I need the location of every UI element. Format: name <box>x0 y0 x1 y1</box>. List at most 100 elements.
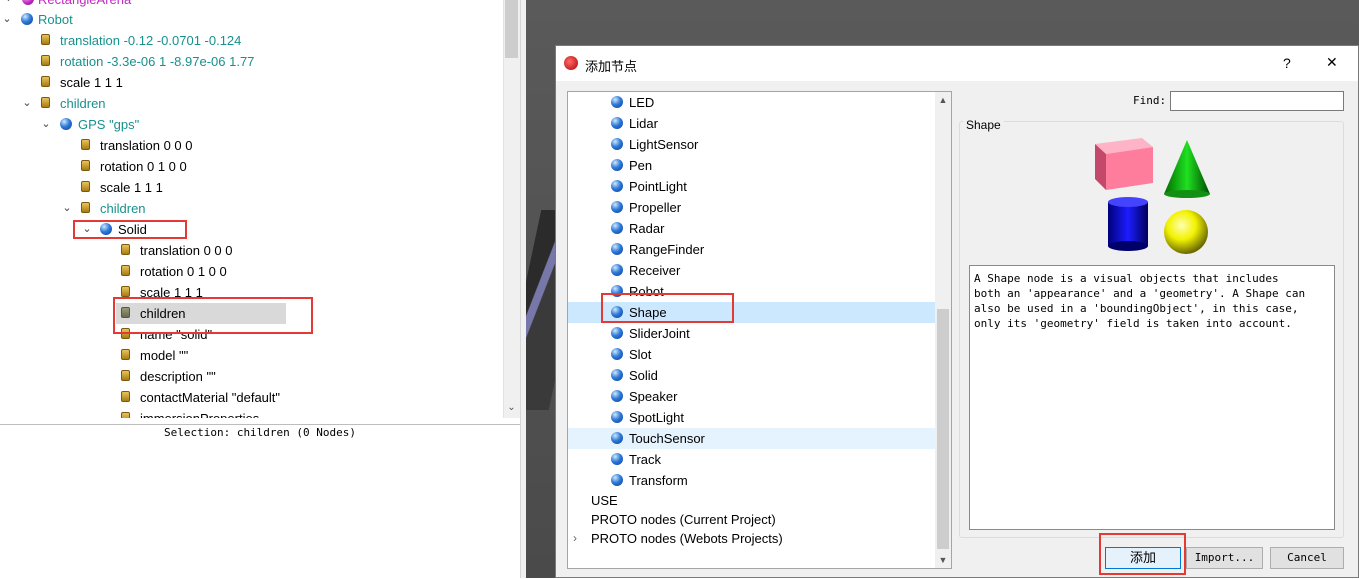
annotation-box-solid <box>73 220 187 239</box>
group-use[interactable]: USE <box>591 491 618 510</box>
import-button[interactable]: Import... <box>1186 547 1263 569</box>
tree-field-label: immersionProperties <box>140 408 259 418</box>
node-list-item-solid[interactable]: Solid <box>568 365 935 386</box>
tree-field-label: scale 1 1 1 <box>100 180 163 195</box>
tree-field-translation[interactable]: translation 0 0 0 <box>0 240 500 261</box>
group-proto-webots-projects[interactable]: PROTO nodes (Webots Projects) <box>591 529 783 548</box>
tree-field-translation[interactable]: translation 0 0 0 <box>0 135 500 156</box>
tree-field-label: contactMaterial "default" <box>140 390 281 405</box>
tree-field-model[interactable]: model "" <box>0 345 500 366</box>
node-list-item-lightsensor[interactable]: LightSensor <box>568 134 935 155</box>
node-list-label: LightSensor <box>629 137 699 152</box>
tree-field-label: children <box>100 201 146 216</box>
field-icon <box>121 286 130 297</box>
field-icon <box>41 76 50 87</box>
node-list-item-led[interactable]: LED <box>568 92 935 113</box>
chevron-right-icon[interactable]: › <box>573 531 577 545</box>
tree-scrollbar[interactable] <box>503 0 520 418</box>
node-icon <box>611 411 623 423</box>
tree-field-scale[interactable]: scale 1 1 1 <box>0 72 500 93</box>
scroll-down-icon[interactable]: ⌄ <box>503 402 520 413</box>
node-list-label: Transform <box>629 473 688 488</box>
node-list-item-speaker[interactable]: Speaker <box>568 386 935 407</box>
tree-field-description[interactable]: description "" <box>0 366 500 387</box>
node-list-item-radar[interactable]: Radar <box>568 218 935 239</box>
tree-node-gps[interactable]: ⌄ GPS "gps" <box>0 114 500 135</box>
node-list-item-spotlight[interactable]: SpotLight <box>568 407 935 428</box>
tree-node-label: GPS "gps" <box>78 117 140 132</box>
node-list-label: Track <box>629 452 662 467</box>
field-icon <box>81 181 90 192</box>
node-icon <box>611 138 623 150</box>
node-icon <box>611 264 623 276</box>
scroll-up-icon[interactable]: ▲ <box>935 95 951 105</box>
cancel-button[interactable]: Cancel <box>1270 547 1344 569</box>
tree-field-immersion-properties[interactable]: immersionProperties <box>0 408 500 418</box>
annotation-box-shape <box>601 293 734 323</box>
node-list-item-pointlight[interactable]: PointLight <box>568 176 935 197</box>
tree-field-label: translation 0 0 0 <box>100 138 193 153</box>
field-icon <box>121 412 130 418</box>
field-icon <box>121 244 130 255</box>
selection-panel <box>0 424 520 579</box>
dialog-titlebar: 添加节点 ? ✕ <box>556 46 1358 81</box>
selection-status: Selection: children (0 Nodes) <box>163 426 357 439</box>
node-list-item-sliderjoint[interactable]: SliderJoint <box>568 323 935 344</box>
node-list-item-rangefinder[interactable]: RangeFinder <box>568 239 935 260</box>
tree-scrollbar-thumb[interactable] <box>505 0 518 58</box>
tree-field-rotation[interactable]: rotation 0 1 0 0 <box>0 156 500 177</box>
node-icon <box>611 474 623 486</box>
field-icon <box>41 34 50 45</box>
node-list-scrollbar-thumb[interactable] <box>937 309 949 549</box>
node-icon <box>611 369 623 381</box>
node-description: A Shape node is a visual objects that in… <box>969 265 1335 530</box>
tree-field-label: scale 1 1 1 <box>60 75 123 90</box>
tree-field-rotation[interactable]: rotation 0 1 0 0 <box>0 261 500 282</box>
node-list-item-propeller[interactable]: Propeller <box>568 197 935 218</box>
node-icon <box>21 13 33 25</box>
shape-preview-image <box>1090 132 1215 258</box>
help-button[interactable]: ? <box>1283 55 1291 71</box>
chevron-down-icon[interactable]: ⌄ <box>60 198 74 219</box>
field-icon <box>121 391 130 402</box>
tree-field-scale[interactable]: scale 1 1 1 <box>0 177 500 198</box>
field-icon <box>121 370 130 381</box>
pane-splitter[interactable] <box>520 0 526 578</box>
node-icon <box>611 453 623 465</box>
scene-tree[interactable]: › RectangleArena ⌄ Robot translation -0.… <box>0 0 520 418</box>
node-list-label: Solid <box>629 368 658 383</box>
group-proto-current-project[interactable]: PROTO nodes (Current Project) <box>591 510 776 529</box>
field-icon <box>121 265 130 276</box>
field-icon <box>41 55 50 66</box>
scroll-down-icon[interactable]: ▼ <box>935 555 951 565</box>
node-icon <box>611 159 623 171</box>
tree-field-label: model "" <box>140 348 189 363</box>
tree-node-robot[interactable]: ⌄ Robot <box>0 9 500 30</box>
node-list-label: Receiver <box>629 263 681 278</box>
chevron-down-icon[interactable]: ⌄ <box>0 9 14 30</box>
node-list-label: Pen <box>629 158 653 173</box>
tree-field-rotation[interactable]: rotation -3.3e-06 1 -8.97e-06 1.77 <box>0 51 500 72</box>
annotation-box-add <box>1099 533 1186 575</box>
node-list-item-lidar[interactable]: Lidar <box>568 113 935 134</box>
tree-field-children[interactable]: ⌄ children <box>0 198 500 219</box>
tree-field-translation[interactable]: translation -0.12 -0.0701 -0.124 <box>0 30 500 51</box>
tree-field-contact-material[interactable]: contactMaterial "default" <box>0 387 500 408</box>
node-list-label: TouchSensor <box>629 431 705 446</box>
node-icon <box>611 390 623 402</box>
node-list-item-receiver[interactable]: Receiver <box>568 260 935 281</box>
node-list-item-transform[interactable]: Transform <box>568 470 935 491</box>
find-input[interactable] <box>1170 91 1344 111</box>
node-list-item-pen[interactable]: Pen <box>568 155 935 176</box>
close-button[interactable]: ✕ <box>1326 54 1338 71</box>
preview-title: Shape <box>963 118 1004 132</box>
tree-field-label: description "" <box>140 369 216 384</box>
node-list-item-track[interactable]: Track <box>568 449 935 470</box>
node-icon <box>611 222 623 234</box>
node-icon <box>611 201 623 213</box>
chevron-down-icon[interactable]: ⌄ <box>20 93 34 114</box>
node-list-item-slot[interactable]: Slot <box>568 344 935 365</box>
tree-field-children[interactable]: ⌄ children <box>0 93 500 114</box>
node-list-item-touchsensor[interactable]: TouchSensor <box>568 428 935 449</box>
chevron-down-icon[interactable]: ⌄ <box>39 114 53 135</box>
